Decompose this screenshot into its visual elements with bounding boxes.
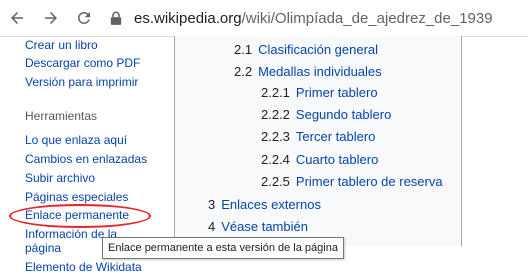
browser-toolbar: es.wikipedia.org/wiki/Olimpíada_de_ajedr… xyxy=(0,0,528,37)
toc-item-tercer-tablero[interactable]: 2.2.3 Tercer tablero xyxy=(261,129,375,144)
toc-item-medallas-individuales[interactable]: 2.2 Medallas individuales xyxy=(234,64,382,79)
sidebar-link-descargar-pdf[interactable]: Descargar como PDF xyxy=(25,56,140,70)
toc-link-text[interactable]: Cuarto tablero xyxy=(296,152,378,167)
toc-link-text[interactable]: Enlaces externos xyxy=(221,197,321,212)
sidebar-link-version-imprimir[interactable]: Versión para imprimir xyxy=(25,75,138,89)
toc-link-text[interactable]: Véase también xyxy=(221,219,308,234)
toc-number: 2.2 xyxy=(234,64,253,79)
toc-number: 4 xyxy=(208,219,216,234)
sidebar-link-enlace-permanente[interactable]: Enlace permanente xyxy=(25,208,129,222)
toc-number: 2.2.5 xyxy=(261,174,290,189)
toc-link-text[interactable]: Segundo tablero xyxy=(296,107,391,122)
toc-item-segundo-tablero[interactable]: 2.2.2 Segundo tablero xyxy=(261,107,391,122)
toc-link-text[interactable]: Medallas individuales xyxy=(258,64,382,79)
toc-link-text[interactable]: Primer tablero de reserva xyxy=(296,174,443,189)
toc-item-vease-tambien[interactable]: 4 Véase también xyxy=(208,219,308,234)
toc-item-enlaces-externos[interactable]: 3 Enlaces externos xyxy=(208,197,321,212)
toc-item-clasificacion-general[interactable]: 2.1 Clasificación general xyxy=(234,42,378,57)
toc-link-text[interactable]: Primer tablero xyxy=(296,85,378,100)
toc-item-cuarto-tablero[interactable]: 2.2.4 Cuarto tablero xyxy=(261,152,378,167)
toc-item-primer-tablero[interactable]: 2.2.1 Primer tablero xyxy=(261,85,378,100)
url-host: es.wikipedia.org xyxy=(134,9,242,27)
sidebar-link-informacion-pagina-line2[interactable]: página xyxy=(25,241,61,255)
toc-link-text[interactable]: Tercer tablero xyxy=(296,129,375,144)
reload-icon xyxy=(78,12,90,24)
sidebar-link-lo-que-enlaza[interactable]: Lo que enlaza aquí xyxy=(25,133,127,147)
sidebar-heading-herramientas: Herramientas xyxy=(25,109,98,123)
sidebar-link-cambios-enlazadas[interactable]: Cambios en enlazadas xyxy=(25,152,147,166)
back-button[interactable] xyxy=(3,4,31,32)
table-of-contents: 2.1 Clasificación general 2.2 Medallas ind… xyxy=(174,36,462,246)
address-bar[interactable]: es.wikipedia.org/wiki/Olimpíada_de_ajedr… xyxy=(104,4,528,32)
sidebar-link-subir-archivo[interactable]: Subir archivo xyxy=(25,171,95,185)
toc-number: 2.2.1 xyxy=(261,85,290,100)
sidebar-link-crear-libro[interactable]: Crear un libro xyxy=(25,38,98,52)
toc-number: 3 xyxy=(208,197,216,212)
url-text: es.wikipedia.org/wiki/Olimpíada_de_ajedr… xyxy=(134,10,493,27)
sidebar-link-paginas-especiales[interactable]: Páginas especiales xyxy=(25,190,128,204)
toc-item-primer-tablero-reserva[interactable]: 2.2.5 Primer tablero de reserva xyxy=(261,174,443,189)
arrow-left-icon xyxy=(11,12,23,24)
toc-number: 2.2.2 xyxy=(261,107,290,122)
sidebar: Crear un libro Descargar como PDF Versió… xyxy=(0,36,175,274)
forward-button[interactable] xyxy=(37,4,65,32)
toc-number: 2.1 xyxy=(234,42,253,57)
reload-button[interactable] xyxy=(70,4,98,32)
toc-number: 2.2.3 xyxy=(261,129,290,144)
toc-link-text[interactable]: Clasificación general xyxy=(258,42,378,57)
toc-number: 2.2.4 xyxy=(261,152,290,167)
url-path: /wiki/Olimpíada_de_ajedrez_de_1939 xyxy=(241,9,493,27)
arrow-right-icon xyxy=(45,12,57,24)
tooltip: Enlace permanente a esta versión de la p… xyxy=(102,237,344,259)
sidebar-link-elemento-wikidata[interactable]: Elemento de Wikidata xyxy=(25,260,142,274)
lock-icon xyxy=(110,10,124,26)
